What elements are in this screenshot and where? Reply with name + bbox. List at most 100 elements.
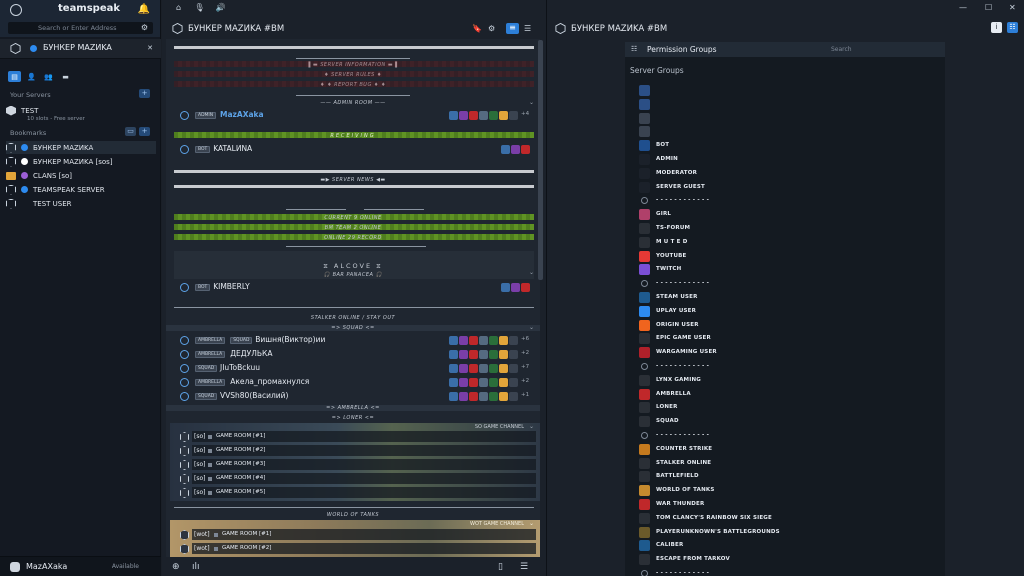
channel-loner[interactable]: => LONER <=	[166, 415, 540, 421]
client-row[interactable]: SQUAD VVSh80(Василий) +1	[166, 390, 540, 403]
client-row[interactable]: AMBRELLA ДЕДУЛЬКА +2	[166, 348, 540, 361]
info-icon[interactable]: i	[991, 22, 1002, 33]
server-group-item[interactable]: PLAYERUNKNOWN'S BATTLEGROUNDS	[639, 526, 939, 539]
scrollbar[interactable]	[538, 40, 543, 280]
contacts-icon[interactable]: 👥	[42, 71, 55, 82]
server-group-item[interactable]: SERVER GUEST	[639, 181, 939, 194]
server-icon[interactable]: ⌂	[172, 3, 185, 15]
server-group-item[interactable]: TOM CLANCY'S RAINBOW SIX SIEGE	[639, 512, 939, 525]
server-group-item[interactable]	[639, 98, 939, 111]
server-group-item[interactable]: AMBRELLA	[639, 388, 939, 401]
server-group-item[interactable]: CALIBER	[639, 539, 939, 552]
server-group-item[interactable]: - - - - - - - - - - - -	[639, 567, 939, 576]
server-group-item[interactable]	[639, 125, 939, 138]
game-room-channel[interactable]: [wot] GAME ROOM [#2]	[180, 543, 536, 555]
server-group-item[interactable]: LYNX GAMING	[639, 374, 939, 387]
server-group-item[interactable]: YOUTUBE	[639, 250, 939, 263]
gear-icon[interactable]: ⚙	[488, 24, 495, 33]
add-bookmark-button[interactable]: +	[139, 127, 150, 136]
server-group-item[interactable]	[639, 84, 939, 97]
list-view-icon[interactable]: ≡	[506, 23, 519, 34]
chevron-down-icon[interactable]: ⌄	[529, 324, 534, 331]
server-group-item[interactable]: - - - - - - - - - - - -	[639, 360, 939, 373]
server-group-item[interactable]: ESCAPE FROM TARKOV	[639, 553, 939, 566]
audio-levels-icon[interactable]: ılı	[192, 562, 200, 572]
server-group-item[interactable]: WARGAMING USER	[639, 346, 939, 359]
server-group-item[interactable]	[639, 112, 939, 125]
server-group-item[interactable]: STEAM USER	[639, 291, 939, 304]
bookmark-icon[interactable]: 🔖	[472, 24, 482, 33]
server-group-item[interactable]: LONER	[639, 401, 939, 414]
client-row[interactable]: ADMIN MazAXaka +4	[166, 109, 540, 122]
client-row[interactable]: AMBRELLA Акела_промахнулся +2	[166, 376, 540, 389]
maximize-icon[interactable]: ☐	[985, 3, 992, 12]
channel-current-online[interactable]: CURRENT 9 ONLINE	[166, 215, 540, 221]
server-group-item[interactable]: BOT	[639, 139, 939, 152]
chevron-down-icon[interactable]: ⌄	[529, 99, 534, 106]
channel-wot-game[interactable]: WOT GAME CHANNEL	[470, 521, 524, 527]
permissions-icon[interactable]: ☷	[1007, 22, 1018, 33]
chevron-down-icon[interactable]: ⌄	[529, 269, 534, 276]
channel-alcove[interactable]: ⧖ ALCOVE ⧖	[166, 262, 540, 271]
server-group-item[interactable]: STALKER ONLINE	[639, 457, 939, 470]
compact-view-icon[interactable]: ☰	[524, 24, 531, 33]
client-row[interactable]: AMBRELLA SQUAD Вишня(Виктор)ии +6	[166, 334, 540, 347]
channel-so-game[interactable]: SO GAME CHANNEL	[475, 424, 524, 430]
servers-tab-icon[interactable]: ▤	[8, 71, 21, 82]
add-icon[interactable]: ⊕	[172, 562, 180, 572]
minimize-icon[interactable]: —	[959, 3, 967, 12]
game-room-channel[interactable]: [wot] GAME ROOM [#1]	[180, 529, 536, 541]
close-window-icon[interactable]: ✕	[1009, 3, 1016, 12]
server-group-item[interactable]: ADMIN	[639, 153, 939, 166]
microphone-icon[interactable]: 🎙	[193, 3, 206, 15]
search-input[interactable]: Search or Enter Address	[8, 22, 153, 34]
game-room-channel[interactable]: [so] GAME ROOM [#4]	[180, 473, 536, 485]
chevron-down-icon[interactable]: ⌄	[529, 520, 534, 527]
server-group-item[interactable]: WORLD OF TANKS	[639, 484, 939, 497]
server-group-item[interactable]: UPLAY USER	[639, 305, 939, 318]
channel-stalker[interactable]: STALKER ONLINE / STAY OUT	[166, 315, 540, 321]
game-room-channel[interactable]: [so] GAME ROOM [#5]	[180, 487, 536, 499]
server-group-item[interactable]: TWITCH	[639, 263, 939, 276]
server-group-item[interactable]: WAR THUNDER	[639, 498, 939, 511]
server-group-item[interactable]: TS-FORUM	[639, 222, 939, 235]
channel-online-record[interactable]: ONLINE 29 RECORD	[166, 235, 540, 241]
client-row[interactable]: SQUAD JIuToBckuu +7	[166, 362, 540, 375]
add-server-button[interactable]: +	[139, 89, 150, 98]
game-room-channel[interactable]: [so] GAME ROOM [#1]	[180, 431, 536, 443]
server-group-item[interactable]: - - - - - - - - - - - -	[639, 194, 939, 207]
server-group-item[interactable]: SQUAD	[639, 415, 939, 428]
client-row[interactable]: BOT KIMBERLY	[166, 281, 540, 294]
speaker-icon[interactable]: 🔊	[214, 3, 227, 15]
server-group-item[interactable]: - - - - - - - - - - - -	[639, 429, 939, 442]
server-group-item[interactable]: MODERATOR	[639, 167, 939, 180]
channel-server-news[interactable]: ▬▶ SERVER NEWS ◀▬	[166, 177, 540, 183]
server-tab[interactable]: БУНКЕР MAZИKA ✕	[0, 39, 161, 59]
server-group-item[interactable]: COUNTER STRIKE	[639, 443, 939, 456]
channel-ambrella[interactable]: => AMBRELLA <=	[166, 405, 540, 411]
close-icon[interactable]: ✕	[147, 44, 153, 52]
user-settings-icon[interactable]: ☰	[520, 562, 528, 572]
server-group-item[interactable]: - - - - - - - - - - - -	[639, 277, 939, 290]
client-row[interactable]: BOT KATALИNA	[166, 143, 540, 156]
gear-icon[interactable]: ⚙	[141, 23, 148, 32]
teamspeak-logo-icon[interactable]	[10, 4, 22, 16]
channel-bar-panacea[interactable]: 🎧 BAR PANACEA 🎧	[166, 272, 540, 278]
channel-world-of-tanks[interactable]: WORLD OF TANKS	[166, 512, 540, 518]
bookmark-item[interactable]: TEST USER	[6, 197, 156, 210]
user-status-bar[interactable]: MazAXaka Available	[0, 556, 161, 576]
server-group-item[interactable]: EPIC GAME USER	[639, 332, 939, 345]
channel-admin-room[interactable]: —— ADMIN ROOM ——	[166, 100, 540, 106]
availability-status[interactable]: Available	[112, 563, 139, 570]
channel-bm-team-online[interactable]: BM TEAM 2 ONLINE	[166, 225, 540, 231]
bookmark-item[interactable]: TEAMSPEAK SERVER	[6, 183, 156, 196]
channel-squad[interactable]: => SQUAD <=	[166, 325, 540, 331]
user-icon[interactable]: 👤	[25, 71, 38, 82]
game-room-channel[interactable]: [so] GAME ROOM [#2]	[180, 445, 536, 457]
bookmark-item[interactable]: БУНКЕР MAZИKA	[6, 141, 156, 154]
chevron-down-icon[interactable]: ⌄	[529, 423, 534, 430]
search-input[interactable]: Search	[831, 46, 852, 53]
server-group-item[interactable]: GIRL	[639, 208, 939, 221]
phone-icon[interactable]: ▯	[498, 562, 503, 572]
chat-icon[interactable]: ▬	[59, 71, 72, 82]
